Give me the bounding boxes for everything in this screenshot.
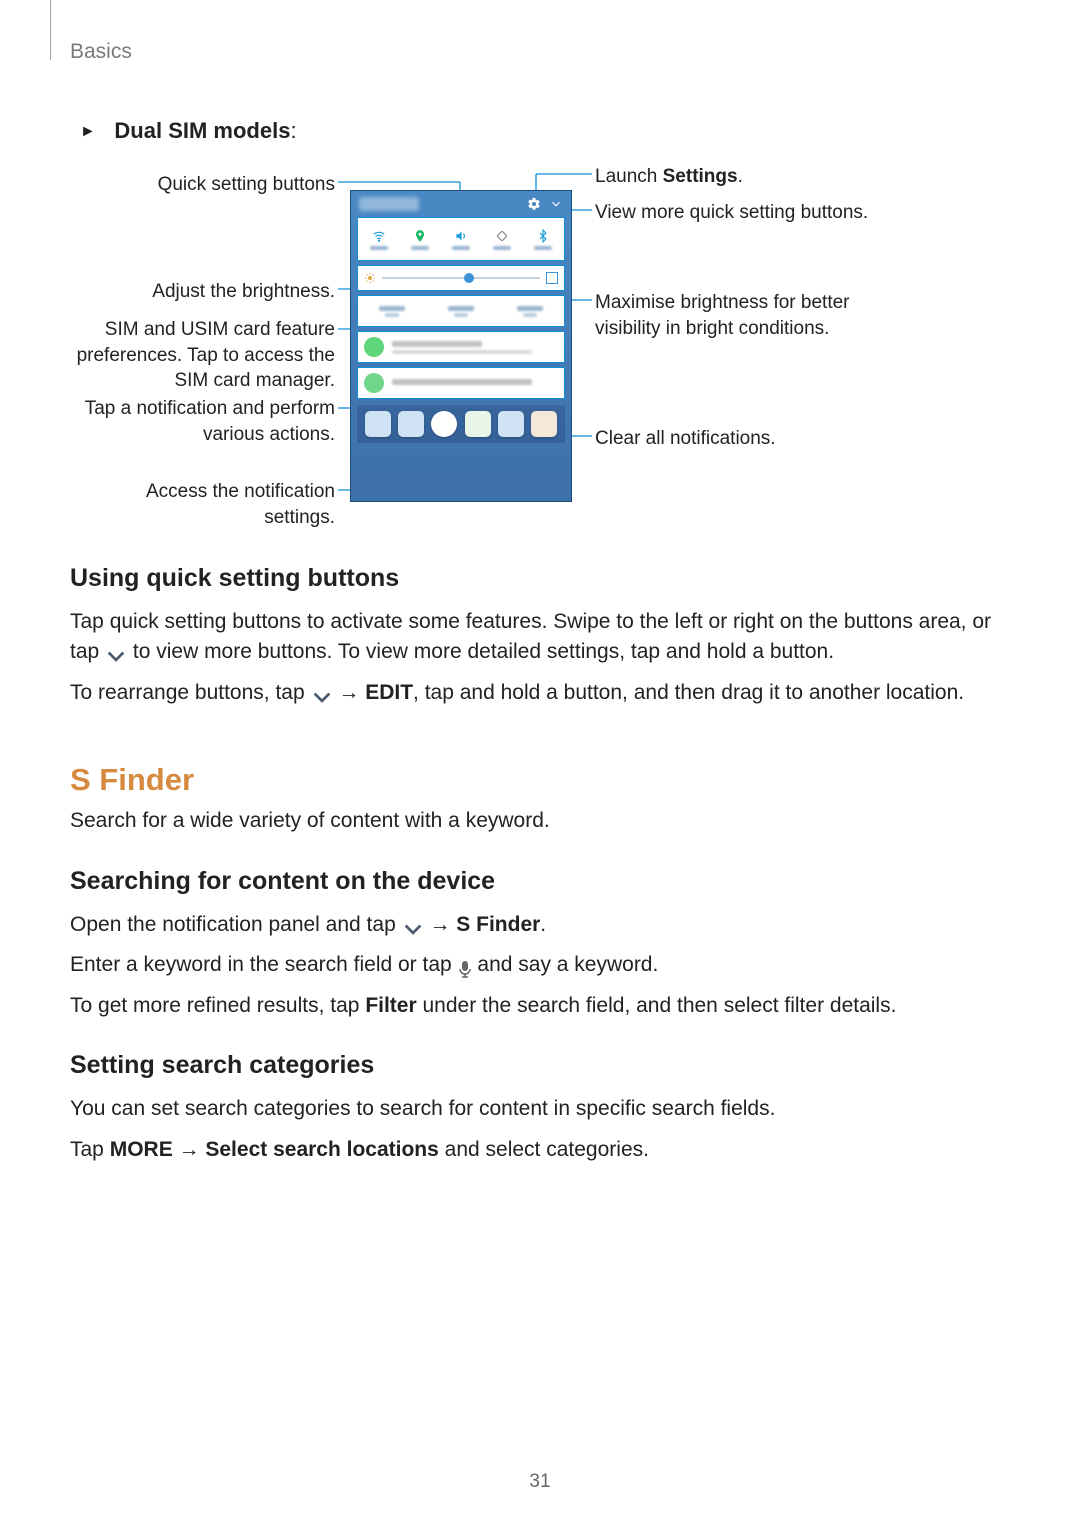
s-finder-heading: S Finder	[70, 762, 1010, 798]
gear-icon	[527, 197, 541, 211]
body-text: You can set search categories to search …	[70, 1094, 1010, 1124]
body-text: Enter a keyword in the search field or t…	[70, 950, 1010, 980]
microphone-icon	[458, 957, 472, 975]
searching-content-heading: Searching for content on the device	[70, 867, 1010, 896]
body-text: Search for a wide variety of content wit…	[70, 806, 1010, 836]
callout-sim-manager: SIM and USIM card feature preferences. T…	[70, 317, 335, 394]
callout-quick-setting-buttons: Quick setting buttons	[70, 172, 335, 198]
callout-maximise-brightness: Maximise brightness for better visibilit…	[595, 290, 895, 341]
body-text: Tap MORE → Select search locations and s…	[70, 1135, 1010, 1165]
setting-search-categories-heading: Setting search categories	[70, 1051, 1010, 1080]
callout-clear-notifications: Clear all notifications.	[595, 426, 895, 452]
phone-mockup	[350, 190, 572, 502]
body-text: To rearrange buttons, tap → EDIT, tap an…	[70, 678, 1010, 708]
bluetooth-icon	[536, 229, 550, 243]
section-label: Basics	[70, 40, 132, 64]
triangle-icon: ►	[80, 123, 100, 141]
body-text: Tap quick setting buttons to activate so…	[70, 607, 1010, 668]
sun-icon	[364, 272, 376, 284]
avatar	[364, 373, 384, 393]
rotate-icon	[495, 229, 509, 243]
callout-view-more-buttons: View more quick setting buttons.	[595, 200, 895, 226]
chevron-down-icon	[549, 197, 563, 211]
avatar	[364, 337, 384, 357]
location-icon	[413, 229, 427, 243]
using-quick-settings-heading: Using quick setting buttons	[70, 564, 1010, 593]
chevron-down-icon	[105, 644, 127, 662]
wifi-icon	[372, 229, 386, 243]
callout-notification-settings: Access the notification settings.	[70, 479, 335, 530]
notification-panel-diagram: Quick setting buttons Adjust the brightn…	[70, 164, 1010, 524]
chevron-down-icon	[311, 684, 333, 702]
page-number: 31	[0, 1471, 1080, 1493]
callout-adjust-brightness: Adjust the brightness.	[70, 279, 335, 305]
chevron-down-icon	[402, 916, 424, 934]
callout-notification-action: Tap a notification and perform various a…	[70, 396, 335, 447]
body-text: Open the notification panel and tap → S …	[70, 910, 1010, 940]
dual-sim-heading: ► Dual SIM models:	[70, 118, 1010, 144]
callout-launch-settings: Launch Settings.	[595, 164, 895, 190]
sound-icon	[454, 229, 468, 243]
max-brightness-checkbox	[546, 272, 558, 284]
body-text: To get more refined results, tap Filter …	[70, 991, 1010, 1021]
